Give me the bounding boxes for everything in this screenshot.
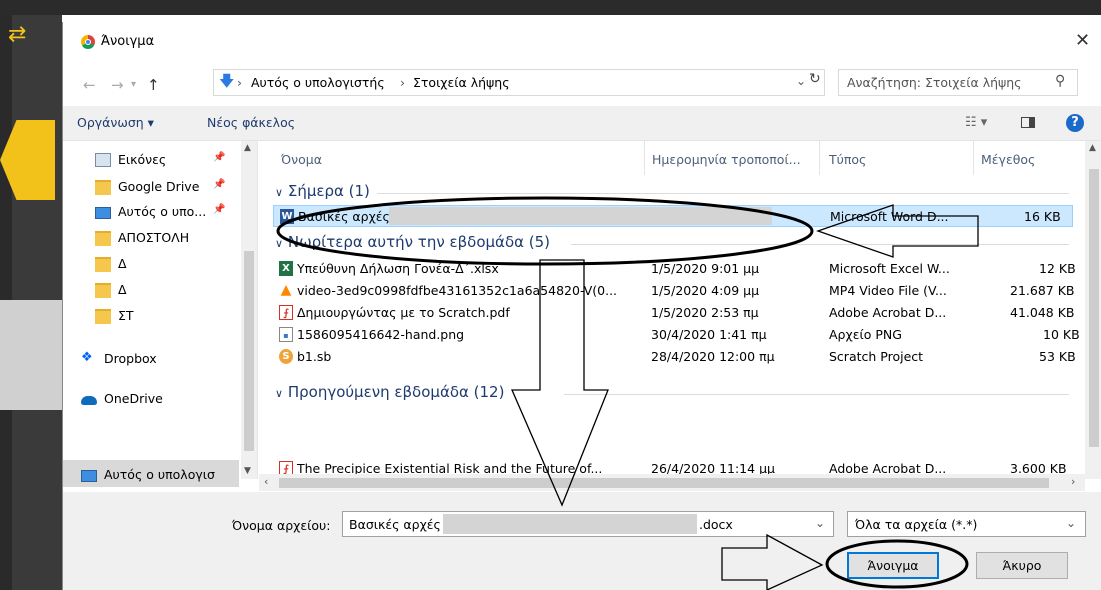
- arrow-right-annotation: [721, 533, 824, 590]
- annotation-overlay: [276, 196, 979, 590]
- arrow-down-annotation: [511, 259, 609, 507]
- highlight-ellipse: [825, 539, 969, 589]
- highlight-ellipse: [276, 196, 814, 266]
- arrow-left-annotation: [816, 204, 979, 258]
